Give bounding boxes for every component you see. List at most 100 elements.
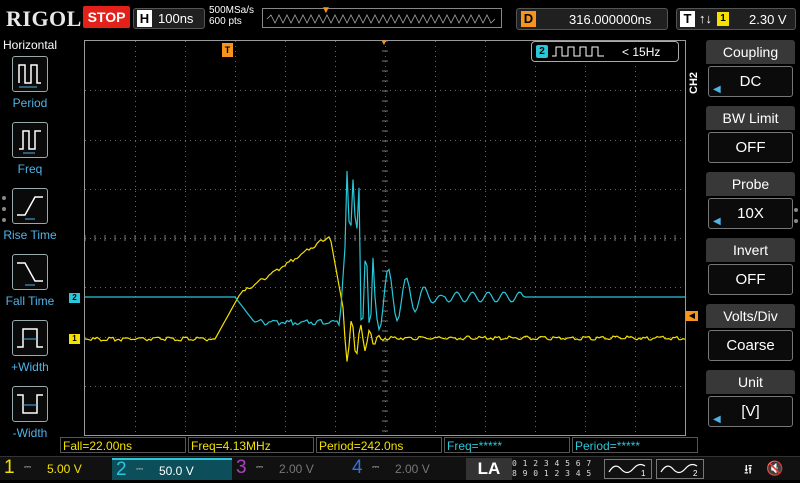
- ch2-number: 2: [116, 459, 127, 480]
- run-stop-status[interactable]: STOP: [83, 6, 130, 28]
- sample-rate: 500MSa/s: [209, 5, 255, 16]
- delay-box[interactable]: D 316.000000ns: [516, 8, 668, 30]
- negative-width-icon: [12, 386, 48, 422]
- ch3-coupling-icon: ⎓: [256, 462, 264, 472]
- ch3-status[interactable]: 3 ⎓ 2.00 V: [232, 457, 348, 480]
- unit-title: Unit: [706, 370, 795, 394]
- menu-probe[interactable]: Probe ◀ 10X: [706, 172, 795, 236]
- ch2-waveform: [85, 170, 685, 332]
- probe-value[interactable]: ◀ 10X: [708, 198, 793, 229]
- trigger-edge-icon: ↑↓: [699, 11, 712, 26]
- ch1-coupling-icon: ⎓: [24, 462, 32, 472]
- ch2-offset-marker[interactable]: 2: [69, 293, 80, 303]
- period-label: Period: [12, 96, 48, 110]
- top-status-bar: RIGOL STOP H 100ns 500MSa/s 600 pts ▼ D …: [0, 0, 800, 36]
- delay-value: 316.000000ns: [569, 12, 652, 27]
- svg-text:2: 2: [693, 469, 698, 478]
- trigger-position-marker[interactable]: T: [222, 43, 233, 57]
- measure-ch2-freq-readout[interactable]: Freq=*****: [444, 437, 570, 453]
- ch3-number: 3: [236, 457, 247, 478]
- generator-status[interactable]: 2 < 15Hz: [531, 41, 679, 62]
- measure-negative-width[interactable]: -Width: [0, 386, 60, 448]
- ch4-coupling-icon: ⎓: [372, 462, 380, 472]
- menu-coupling[interactable]: Coupling ◀ DC: [706, 40, 795, 104]
- rise-time-label: Rise Time: [3, 228, 57, 242]
- memory-depth: 600 pts: [209, 16, 242, 27]
- menu-arrow-icon: ◀: [713, 84, 721, 95]
- memory-waveform-preview: [266, 14, 496, 24]
- measure-freq-readout[interactable]: Freq=4.13MHz: [188, 437, 314, 453]
- ch2-status[interactable]: 2 ⎓ 50.0 V: [112, 458, 232, 480]
- trigger-box[interactable]: T ↑↓ 1 2.30 V: [676, 8, 796, 30]
- ch4-status[interactable]: 4 ⎓ 2.00 V: [348, 457, 464, 480]
- ch1-offset-marker[interactable]: 1: [69, 334, 80, 344]
- speaker-muted-icon[interactable]: 🔇: [766, 460, 783, 477]
- ch4-scale: 2.00 V: [395, 462, 430, 476]
- trigger-label: T: [680, 11, 695, 27]
- la-digits-row2: 8 9 0 1 2 3 4 5: [512, 469, 592, 478]
- probe-title: Probe: [706, 172, 795, 196]
- menu-volts-div[interactable]: Volts/Div Coarse: [706, 304, 795, 368]
- freq-icon: [12, 122, 48, 158]
- positive-width-label: +Width: [11, 360, 49, 374]
- coupling-value[interactable]: ◀ DC: [708, 66, 793, 97]
- volts-div-value-text: Coarse: [726, 337, 775, 354]
- waveform-display: [85, 41, 685, 432]
- measure-ch2-period-readout[interactable]: Period=*****: [572, 437, 698, 453]
- trigger-level-marker[interactable]: ◀: [686, 311, 698, 321]
- menu-invert[interactable]: Invert OFF: [706, 238, 795, 302]
- fall-time-label: Fall Time: [5, 294, 55, 308]
- measure-fall-time[interactable]: Fall Time: [0, 254, 60, 316]
- volts-div-value[interactable]: Coarse: [708, 330, 793, 361]
- bw-limit-value[interactable]: OFF: [708, 132, 793, 163]
- menu-unit[interactable]: Unit ◀ [V]: [706, 370, 795, 434]
- coupling-title: Coupling: [706, 40, 795, 64]
- generator-channel: 2: [536, 45, 548, 58]
- measure-fall-readout[interactable]: Fall=22.00ns: [60, 437, 186, 453]
- horizontal-timebase[interactable]: H 100ns: [133, 8, 205, 29]
- menu-bw-limit[interactable]: BW Limit OFF: [706, 106, 795, 170]
- measure-sidebar: Horizontal Period Freq Rise Time Fall Ti…: [0, 36, 60, 456]
- bw-limit-value-text: OFF: [735, 139, 766, 156]
- negative-width-label: -Width: [12, 426, 48, 440]
- generator-frequency: < 15Hz: [622, 45, 661, 59]
- center-marker-icon: ▼: [380, 38, 388, 47]
- volts-div-title: Volts/Div: [706, 304, 795, 328]
- ch2-scale: 50.0 V: [159, 464, 194, 478]
- ch1-status[interactable]: 1 ⎓ 5.00 V: [0, 457, 112, 480]
- measure-period-readout[interactable]: Period=242.0ns: [316, 437, 442, 453]
- measure-positive-width[interactable]: +Width: [0, 320, 60, 382]
- invert-value[interactable]: OFF: [708, 264, 793, 295]
- invert-value-text: OFF: [735, 271, 766, 288]
- coupling-value-text: DC: [739, 73, 762, 90]
- timebase-value: 100ns: [158, 11, 194, 26]
- measure-freq[interactable]: Freq: [0, 122, 60, 184]
- freq-label: Freq: [17, 162, 43, 176]
- ch1-waveform: [85, 235, 685, 362]
- acquisition-info: 500MSa/s 600 pts: [209, 5, 254, 27]
- period-icon: [12, 56, 48, 92]
- left-page-dots: [2, 196, 6, 229]
- ch3-scale: 2.00 V: [279, 462, 314, 476]
- waveform-grid: [84, 40, 686, 436]
- generator1-icon[interactable]: 1: [604, 459, 652, 479]
- ch1-scale: 5.00 V: [47, 462, 82, 476]
- delay-label: D: [521, 11, 536, 27]
- memory-trigger-marker: ▼: [321, 5, 331, 16]
- unit-value[interactable]: ◀ [V]: [708, 396, 793, 427]
- menu-arrow-icon: ◀: [713, 414, 721, 425]
- measure-period[interactable]: Period: [0, 56, 60, 118]
- channel-menu: Coupling ◀ DC BW Limit OFF Probe ◀ 10X I…: [700, 36, 800, 456]
- fall-time-icon: [12, 254, 48, 290]
- bw-limit-title: BW Limit: [706, 106, 795, 130]
- generator2-icon[interactable]: 2: [656, 459, 704, 479]
- ch2-coupling-icon: ⎓: [136, 464, 144, 474]
- positive-width-icon: [12, 320, 48, 356]
- square-wave-icon: [552, 46, 604, 57]
- invert-title: Invert: [706, 238, 795, 262]
- grid-lines: [85, 41, 681, 432]
- logic-analyzer-button[interactable]: LA: [466, 458, 512, 480]
- measure-rise-time[interactable]: Rise Time: [0, 188, 60, 250]
- trigger-level: 2.30 V: [749, 12, 787, 27]
- sidebar-title: Horizontal: [2, 38, 58, 52]
